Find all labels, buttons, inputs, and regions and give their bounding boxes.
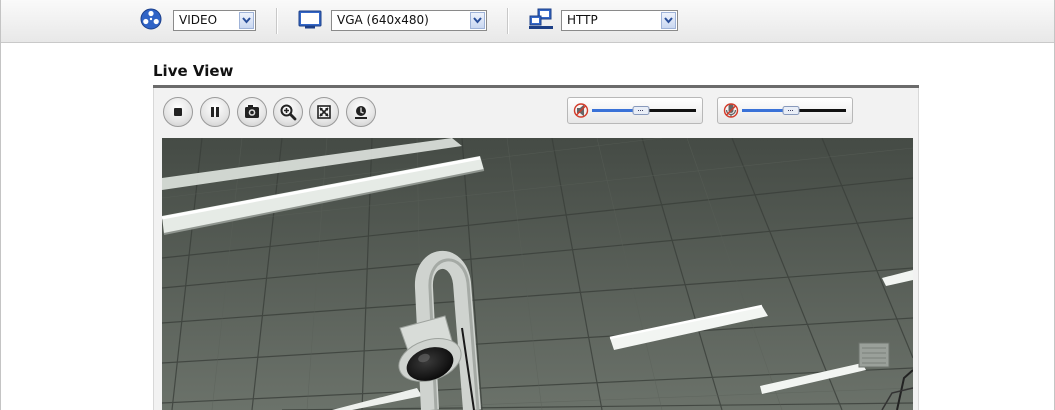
stop-button[interactable]	[163, 97, 193, 127]
page-title: Live View	[153, 62, 234, 80]
stream-type-select[interactable]: VIDEO	[173, 10, 256, 31]
chevron-down-icon	[661, 12, 676, 29]
resolution-select[interactable]: VGA (640x480)	[331, 10, 487, 31]
network-icon	[529, 8, 553, 30]
resolution-value: VGA (640x480)	[337, 13, 429, 27]
live-view-controls	[153, 88, 919, 134]
microphone-muted-icon	[723, 103, 739, 118]
snapshot-button[interactable]	[237, 97, 267, 127]
toolbar-divider	[276, 8, 277, 34]
chevron-down-icon	[470, 12, 485, 29]
zoom-in-icon	[280, 104, 297, 121]
video-panel	[153, 134, 919, 410]
full-screen-button[interactable]	[309, 97, 339, 127]
pause-button[interactable]	[200, 97, 230, 127]
record-icon	[355, 106, 367, 119]
camera-icon	[245, 105, 259, 118]
fullscreen-icon	[317, 105, 331, 119]
protocol-value: HTTP	[567, 13, 598, 27]
speaker-volume-slider[interactable]	[567, 97, 703, 124]
live-video-feed[interactable]	[162, 138, 913, 410]
stop-icon	[174, 108, 182, 116]
protocol-select[interactable]: HTTP	[561, 10, 678, 31]
stream-type-value: VIDEO	[179, 13, 218, 27]
record-button[interactable]	[346, 97, 376, 127]
toolbar-divider	[507, 8, 508, 34]
pause-icon	[211, 107, 219, 117]
camera-web-interface: VIDEO VGA (640x480) HTTP Live View	[0, 0, 1055, 410]
speaker-muted-icon	[573, 103, 589, 118]
chevron-down-icon	[239, 12, 254, 29]
monitor-icon	[298, 8, 322, 30]
microphone-volume-slider[interactable]	[717, 97, 853, 124]
video-reel-icon	[139, 8, 163, 30]
digital-zoom-button[interactable]	[273, 97, 303, 127]
stream-settings-toolbar: VIDEO VGA (640x480) HTTP	[1, 0, 1054, 43]
